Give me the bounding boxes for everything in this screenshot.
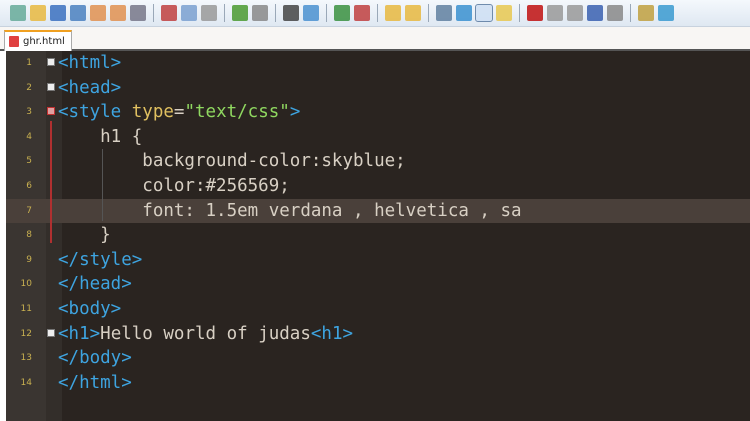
toolbar	[0, 0, 750, 27]
code-line[interactable]: 12 <h1>Hello world of judas<h1>	[6, 322, 750, 347]
launch-browser-icon[interactable]	[638, 5, 654, 21]
find-icon[interactable]	[283, 5, 299, 21]
line-number: 12	[20, 328, 32, 339]
undo-icon[interactable]	[232, 5, 248, 21]
save-icon[interactable]	[50, 5, 66, 21]
sync-vertical-icon[interactable]	[385, 5, 401, 21]
toolbar-separator	[630, 4, 631, 22]
print-icon[interactable]	[130, 5, 146, 21]
redo-icon[interactable]	[252, 5, 268, 21]
code-token: <h1>	[310, 323, 354, 344]
copy-icon[interactable]	[181, 5, 197, 21]
toolbar-separator	[428, 4, 429, 22]
line-number: 8	[26, 230, 32, 241]
code-token: "text/css"	[184, 102, 290, 123]
fold-toggle-icon[interactable]	[47, 82, 55, 91]
code-token: <body>	[58, 299, 122, 319]
line-number: 7	[26, 205, 32, 216]
indent-guide-icon[interactable]	[475, 4, 493, 22]
cut-icon[interactable]	[161, 5, 177, 21]
open-file-icon[interactable]	[30, 5, 46, 21]
toolbar-separator	[224, 4, 225, 22]
code-line[interactable]: 14 </html>	[6, 371, 750, 396]
word-wrap-icon[interactable]	[436, 5, 452, 21]
save-all-icon[interactable]	[70, 5, 86, 21]
run-macro-multiple-icon[interactable]	[587, 5, 603, 21]
new-file-icon[interactable]	[10, 5, 26, 21]
toolbar-separator	[519, 4, 520, 22]
code-line[interactable]: 3 <style type="text/css">	[6, 100, 750, 125]
code-token: font: 1.5em verdana , helvetica , sa	[58, 200, 522, 221]
fold-range-marker	[50, 121, 52, 243]
code-token: </body>	[58, 348, 132, 369]
code-token: </html>	[58, 372, 132, 393]
zoom-in-icon[interactable]	[334, 5, 350, 21]
line-number: 5	[26, 156, 32, 167]
close-icon[interactable]	[90, 5, 106, 21]
line-number: 9	[26, 254, 32, 265]
doc-map-icon[interactable]	[496, 5, 512, 21]
tab-ghr-html[interactable]: ghr.html	[4, 30, 72, 51]
code-line[interactable]: 1 <html>	[6, 51, 750, 76]
code-line[interactable]: 11 <body>	[6, 297, 750, 322]
code-line[interactable]: 2 <head>	[6, 76, 750, 101]
toolbar-separator	[377, 4, 378, 22]
code-line[interactable]: 9 </style>	[6, 248, 750, 273]
sync-horizontal-icon[interactable]	[405, 5, 421, 21]
code-token: h1 {	[58, 126, 143, 147]
indent-guide	[102, 149, 103, 221]
code-line[interactable]: 7 font: 1.5em verdana , helvetica , sa	[6, 198, 750, 224]
line-number: 10	[20, 279, 32, 290]
spell-check-icon[interactable]	[658, 5, 674, 21]
line-number: 11	[20, 304, 32, 314]
code-token: </style>	[58, 249, 143, 270]
toolbar-separator	[326, 4, 327, 22]
record-macro-icon[interactable]	[527, 5, 543, 21]
code-token: <h1>	[58, 323, 101, 344]
fold-toggle-icon[interactable]	[47, 58, 55, 66]
code-line[interactable]: 10 </head>	[6, 272, 750, 297]
code-line[interactable]: 6 color:#256569;	[6, 174, 750, 199]
close-all-icon[interactable]	[110, 5, 126, 21]
zoom-out-icon[interactable]	[354, 5, 370, 21]
line-number: 2	[26, 82, 32, 93]
paste-icon[interactable]	[201, 5, 217, 21]
code-line[interactable]: 5 background-color:skyblue;	[6, 149, 750, 174]
code-token: </head>	[58, 274, 132, 295]
tab-label: ghr.html	[23, 36, 65, 47]
line-number: 13	[20, 353, 32, 364]
line-number: 14	[20, 377, 32, 388]
code-token: <style	[58, 102, 132, 123]
code-token: }	[58, 225, 111, 246]
replace-icon[interactable]	[303, 5, 319, 21]
toolbar-separator	[153, 4, 154, 22]
stop-macro-icon[interactable]	[547, 5, 563, 21]
line-number: 6	[26, 181, 32, 191]
file-icon	[9, 36, 19, 47]
code-token: >	[289, 102, 301, 123]
code-token: <html>	[58, 53, 122, 73]
code-token: =	[173, 102, 185, 123]
line-number: 4	[26, 131, 32, 142]
fold-toggle-icon[interactable]	[47, 328, 55, 337]
play-macro-icon[interactable]	[567, 5, 583, 21]
toolbar-separator	[275, 4, 276, 22]
code-token: Hello world of judas	[100, 323, 311, 344]
show-all-chars-icon[interactable]	[456, 5, 472, 21]
code-token: type	[131, 102, 174, 123]
code-token: color:#256569;	[58, 176, 290, 196]
code-line[interactable]: 13 </body>	[6, 346, 750, 371]
code-token: background-color:skyblue;	[58, 151, 406, 172]
fold-toggle-icon[interactable]	[47, 107, 55, 116]
code-token: <head>	[58, 77, 122, 98]
line-number: 3	[26, 107, 32, 118]
save-macro-icon[interactable]	[607, 5, 623, 21]
tab-bar: ghr.html	[0, 27, 750, 51]
code-line[interactable]: 8 }	[6, 223, 750, 248]
code-line[interactable]: 4 h1 {	[6, 125, 750, 150]
code-editor[interactable]: 1 <html> 2 <head> 3 <style type="text/css"> 4 …	[6, 51, 750, 421]
line-number: 1	[26, 58, 32, 68]
